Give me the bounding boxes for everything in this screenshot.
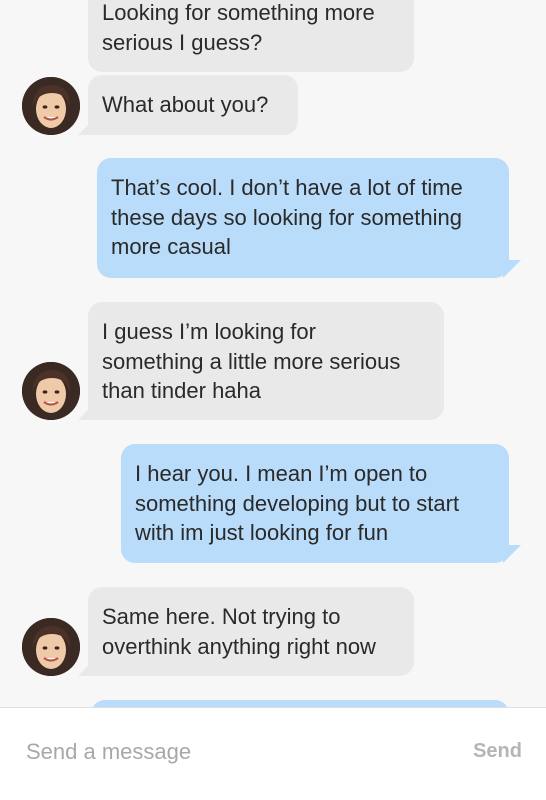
avatar-photo-icon bbox=[22, 362, 80, 420]
send-button[interactable]: Send bbox=[473, 740, 522, 763]
message-thread: Looking for something more serious I gue… bbox=[0, 0, 546, 707]
avatar-photo-icon bbox=[22, 77, 80, 135]
avatar-photo-icon bbox=[22, 618, 80, 676]
bubble-tail bbox=[503, 545, 521, 563]
contact-avatar[interactable] bbox=[22, 618, 80, 676]
message-composer: Send bbox=[0, 707, 546, 800]
incoming-message: What about you? bbox=[88, 75, 298, 135]
incoming-message: I guess I’m looking for something a litt… bbox=[88, 302, 444, 420]
message-input[interactable] bbox=[26, 732, 426, 772]
bubble-tail bbox=[503, 260, 521, 278]
outgoing-message: That’s cool. I don’t have a lot of time … bbox=[97, 158, 509, 278]
outgoing-message bbox=[91, 700, 509, 707]
contact-avatar[interactable] bbox=[22, 77, 80, 135]
incoming-message: Looking for something more serious I gue… bbox=[88, 0, 414, 72]
incoming-message: Same here. Not trying to overthink anyth… bbox=[88, 587, 414, 676]
outgoing-message: I hear you. I mean I’m open to something… bbox=[121, 444, 509, 563]
contact-avatar[interactable] bbox=[22, 362, 80, 420]
